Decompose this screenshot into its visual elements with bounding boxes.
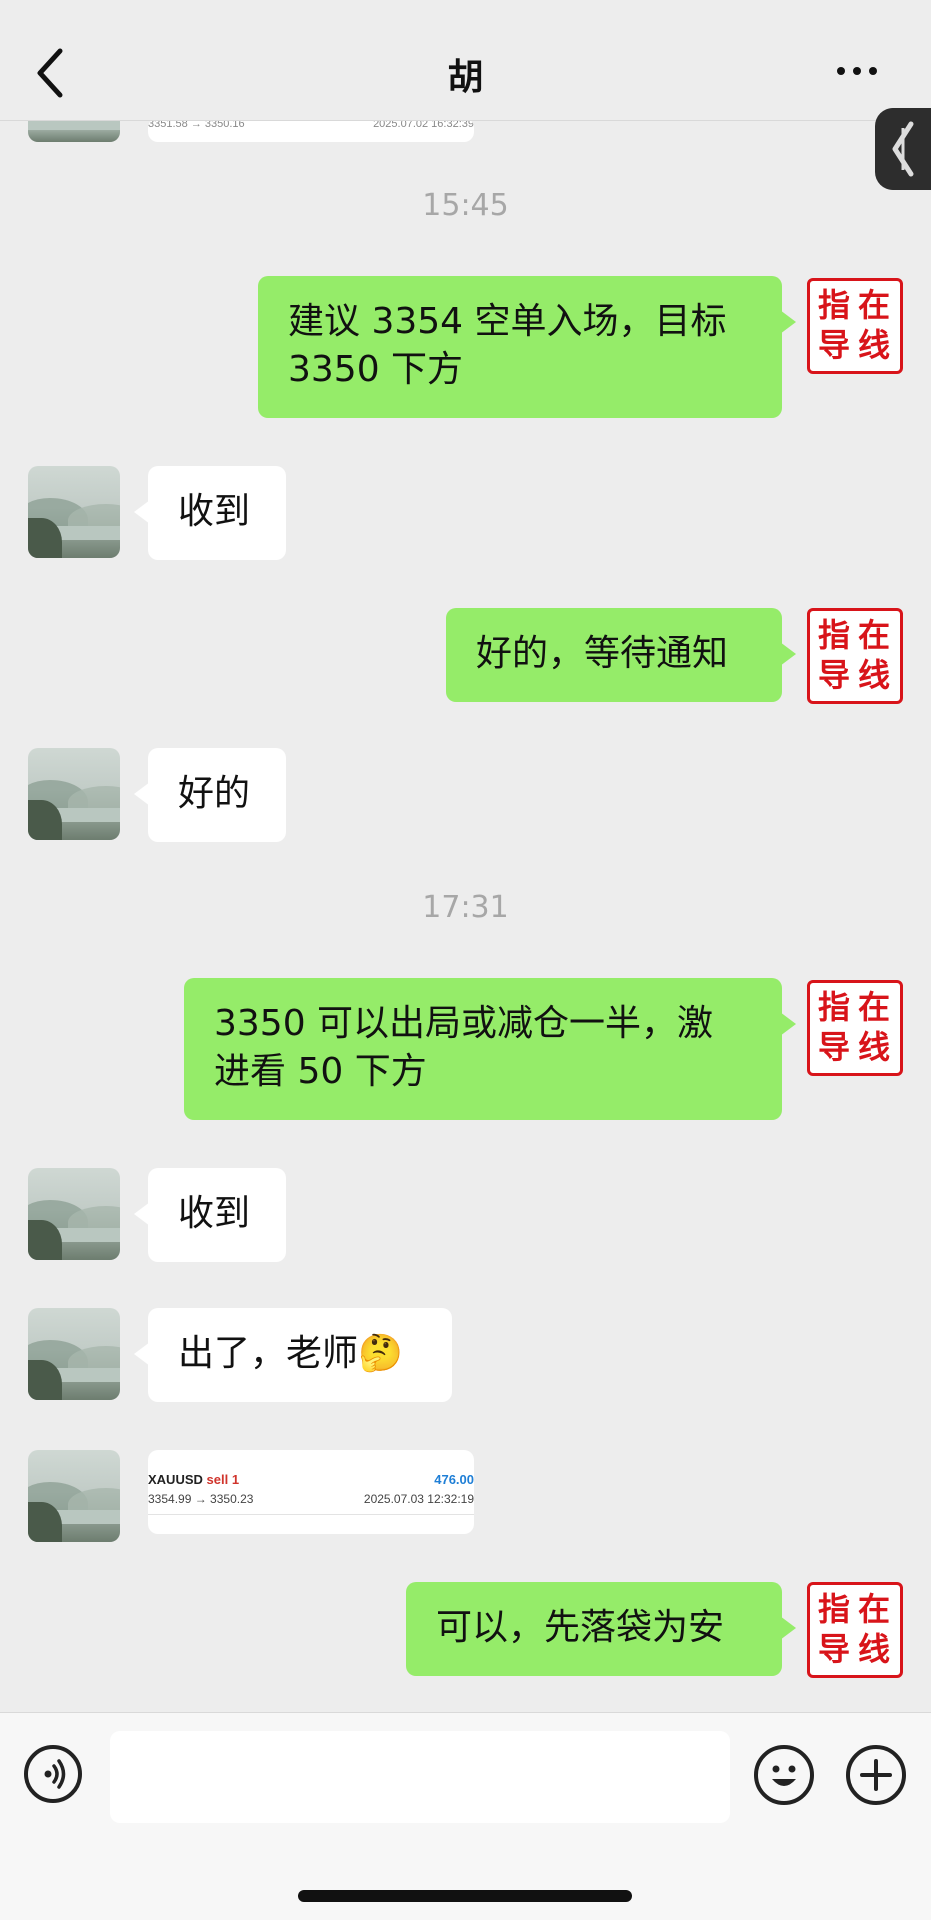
trade-card[interactable]: XAUUSD sell 1 476.00 3354.99 → 3350.23 2… [148,1450,474,1534]
card-price: 3354.99 → 3350.23 [148,1492,254,1506]
more-actions-button[interactable] [846,1745,906,1805]
stamp-avatar[interactable]: 指 在 导 线 [807,980,903,1076]
message-text: 可以，先落袋为安 [436,1607,725,1648]
message-text: 建议 3354 空单入场，目标 3350 下方 [288,301,727,390]
stamp-char: 在 [857,1590,890,1628]
emoji-button[interactable] [754,1745,814,1805]
plus-icon [860,1759,892,1791]
stamp-avatar[interactable]: 指 在 导 线 [807,608,903,704]
avatar[interactable] [28,1450,120,1542]
home-indicator [298,1890,632,1902]
stamp-char: 导 [817,1630,850,1668]
message-bubble-sent[interactable]: 建议 3354 空单入场，目标 3350 下方 [258,276,796,418]
message-bubble-received[interactable]: 收到 [134,1168,286,1262]
smiley-icon [772,1765,796,1786]
chat-header: 胡 [0,0,931,121]
stamp-char: 线 [857,656,890,694]
voice-icon [44,1759,66,1789]
stamp-char: 在 [857,616,890,654]
stamp-avatar[interactable]: 指 在 导 线 [807,1582,903,1678]
voice-button[interactable] [24,1745,82,1803]
stamp-avatar[interactable]: 指 在 导 线 [807,278,903,374]
stamp-char: 指 [817,616,850,654]
stamp-char: 线 [857,1630,890,1668]
stamp-char: 导 [817,1028,850,1066]
avatar[interactable] [28,1168,120,1260]
message-text: 收到 [178,1193,251,1234]
message-text: 好的，等待通知 [476,633,729,674]
stamp-char: 指 [817,988,850,1026]
stamp-char: 线 [857,326,890,364]
stamp-char: 在 [857,286,890,324]
more-dots-icon [837,67,845,75]
avatar[interactable] [28,1308,120,1400]
message-bubble-received[interactable]: 收到 [134,466,286,560]
input-bar [0,1712,931,1920]
more-options-button[interactable] [837,60,887,84]
trade-card-partial[interactable]: 3351.58 → 3350.16 2025.07.02 16:32:39 [148,118,474,142]
side-text: sell 1 [206,1472,240,1487]
avatar[interactable] [28,466,120,558]
message-bubble-received[interactable]: 好的 [134,748,286,842]
stamp-char: 导 [817,326,850,364]
stamp-char: 指 [817,1590,850,1628]
message-bubble-received[interactable]: 出了，老师🤔 [134,1308,452,1402]
avatar[interactable] [28,748,120,840]
message-text: 出了，老师🤔 [178,1333,403,1374]
message-text: 收到 [178,491,251,532]
side-collapse-tab[interactable] [875,108,931,190]
message-bubble-sent[interactable]: 可以，先落袋为安 [406,1582,796,1676]
card-symbol: XAUUSD sell 1 [148,1472,239,1487]
message-bubble-sent[interactable]: 3350 可以出局或减仓一半，激 进看 50 下方 [184,978,796,1120]
more-dot [869,67,877,75]
chevron-left-icon [892,121,914,177]
more-dot [853,67,861,75]
timestamp: 15:45 [422,188,509,223]
stamp-char: 指 [817,286,850,324]
card-profit: 476.00 [434,1472,474,1487]
message-text: 好的 [178,773,251,814]
timestamp: 17:31 [422,890,509,925]
card-date: 2025.07.03 12:32:19 [363,1492,474,1506]
message-text: 3350 可以出局或减仓一半，激 进看 50 下方 [214,1003,714,1092]
chat-screen: 胡 3351.58 → 3350.16 2025.07.02 16:32:39 … [0,0,931,1920]
stamp-char: 线 [857,1028,890,1066]
message-bubble-sent[interactable]: 好的，等待通知 [446,608,796,702]
stamp-char: 导 [817,656,850,694]
card-divider [148,1514,474,1515]
symbol-text: XAUUSD [148,1472,203,1487]
stamp-char: 在 [857,988,890,1026]
chat-title: 胡 [447,57,484,98]
message-input[interactable] [110,1731,730,1823]
